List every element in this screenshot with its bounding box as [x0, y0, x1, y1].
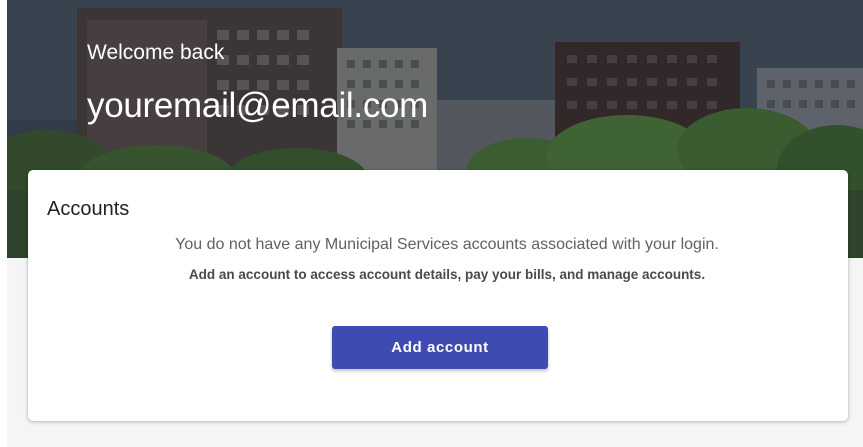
welcome-text: Welcome back: [87, 41, 225, 64]
page: Welcome back youremail@email.com Account…: [0, 0, 863, 447]
add-account-hint: Add an account to access account details…: [188, 267, 706, 282]
no-accounts-message: You do not have any Municipal Services a…: [175, 236, 719, 253]
user-email: youremail@email.com: [87, 86, 429, 125]
accounts-card: Accounts You do not have any Municipal S…: [28, 170, 848, 421]
accounts-title: Accounts: [47, 198, 130, 220]
add-account-button[interactable]: Add account: [332, 326, 548, 369]
